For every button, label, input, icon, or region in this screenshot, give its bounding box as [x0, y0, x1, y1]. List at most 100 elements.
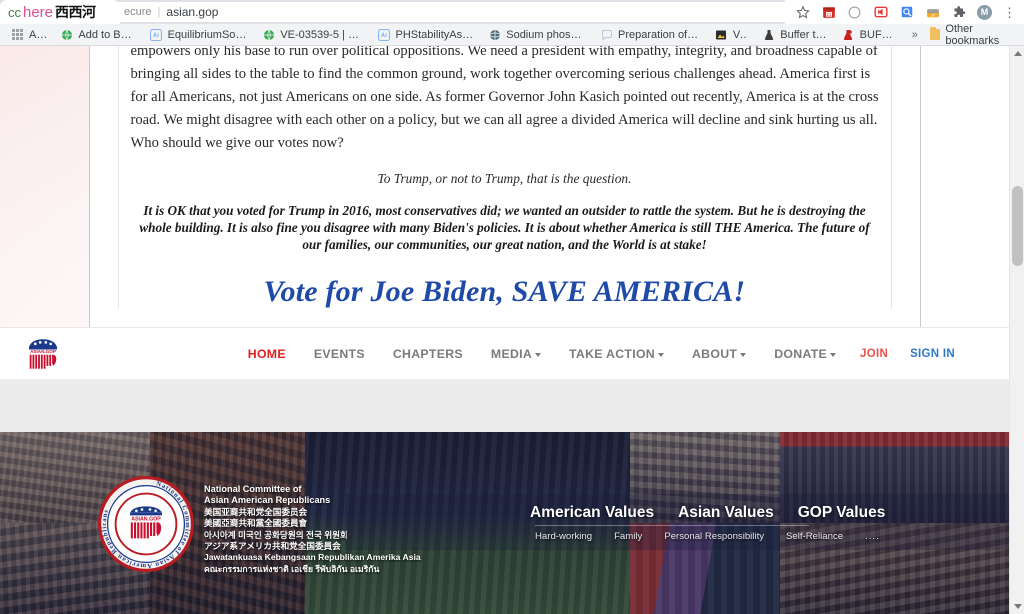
blue-square-icon: [377, 28, 390, 41]
bookmark-preparation-of-ph-buffers[interactable]: Preparation of pH b...: [593, 26, 708, 43]
nav-item-events[interactable]: EVENTS: [300, 347, 379, 361]
nav-item-media[interactable]: MEDIA: [477, 347, 555, 361]
bookmark-apps[interactable]: Apps: [4, 26, 53, 43]
hero-collage: National Committee of Asian American Rep…: [0, 432, 1009, 614]
browser-window: cc here 西西河 ecure | asian.gop 21 off M ⋮…: [0, 0, 1024, 614]
tab-title-cn: 西西河: [55, 4, 96, 20]
omnibox-separator: |: [157, 6, 161, 18]
page-scrollbar[interactable]: [1009, 46, 1024, 614]
nav-item-chapters[interactable]: CHAPTERS: [379, 347, 477, 361]
page-viewport: empowers only his base to run over polit…: [0, 46, 1024, 614]
other-bookmarks-folder[interactable]: Other bookmarks: [924, 21, 1020, 49]
bookmark-label: Apps: [29, 28, 46, 41]
caption-line: คณะกรรมการแห่งชาติ เอเชีย รีพับลิกัน อเม…: [204, 563, 380, 574]
bookmark-ve-03539-5[interactable]: VE-03539-5 | Subst...: [255, 26, 370, 43]
value-sub-personal-responsibility: Personal Responsibility: [664, 531, 765, 542]
value-title-american: American Values: [530, 504, 655, 521]
value-sub-ellipsis: ....: [865, 531, 880, 542]
profile-avatar-icon[interactable]: M: [977, 4, 992, 20]
value-title-gop: GOP Values: [797, 504, 886, 521]
tab-title: cc here 西西河: [8, 2, 96, 22]
svg-text:ASIAN.GOP: ASIAN.GOP: [30, 349, 56, 354]
scrollbar-up-arrow[interactable]: [1010, 46, 1024, 61]
browser-tab[interactable]: cc here 西西河: [0, 0, 120, 24]
tab-title-cc: cc: [8, 4, 21, 20]
tab-strip: cc here 西西河 ecure | asian.gop 21 off M ⋮: [0, 0, 1024, 24]
chevron-down-icon: [740, 352, 747, 357]
not-secure-label: ecure: [124, 6, 152, 18]
bookmark-verp[interactable]: Verp: [708, 26, 755, 43]
black-box-icon: [715, 28, 728, 41]
bookmark-sodium-phosphate[interactable]: Sodium phosphate...: [481, 26, 593, 43]
article-box: empowers only his base to run over polit…: [88, 46, 921, 333]
value-sub-family: Family: [614, 531, 643, 542]
red-player-icon[interactable]: [873, 5, 888, 20]
bookmark-add-to-babylist[interactable]: Add to Babylist: [53, 26, 142, 43]
site-navigation-bar: ASIAN.GOP HOME EVENTS CHAPTERS MEDIA TAK…: [0, 327, 1009, 380]
article-bold-italic: It is OK that you voted for Trump in 201…: [139, 203, 870, 252]
bookmark-ph-stability-assay[interactable]: PHStabilityAssay -...: [370, 26, 481, 43]
bookmark-equilibrium-solubility[interactable]: EquilibriumSolubilit...: [143, 26, 256, 43]
bookmark-label: Sodium phosphate...: [506, 28, 586, 41]
nav-item-join[interactable]: JOIN: [850, 348, 898, 360]
extensions-puzzle-icon[interactable]: [951, 5, 966, 20]
bookmark-label: Preparation of pH b...: [618, 28, 701, 41]
bookmark-buffer-tables[interactable]: Buffer tables: [755, 26, 834, 43]
caption-line: Jawatankuasa Kebangsaan Republikan Ameri…: [204, 552, 421, 563]
chevron-down-icon: [830, 352, 837, 357]
blue-square-icon: [150, 28, 163, 41]
chevron-down-icon: [658, 352, 664, 357]
bookmarks-overflow-button[interactable]: »: [906, 29, 924, 41]
organization-seal: National Committee of Asian American Rep…: [98, 476, 194, 572]
nav-item-label: MEDIA: [490, 346, 533, 361]
nav-item-donate[interactable]: DONATE: [760, 347, 850, 361]
chevron-down-icon: [535, 352, 542, 357]
nav-item-sign-in[interactable]: SIGN IN: [898, 348, 963, 360]
nav-item-label: TAKE ACTION: [569, 346, 655, 361]
values-subtitles: Hard-working Family Personal Responsibil…: [345, 531, 1009, 542]
circle-icon[interactable]: [847, 5, 862, 20]
values-band: American Values Asian Values GOP Values …: [345, 494, 1009, 550]
svg-text:21: 21: [826, 12, 831, 17]
value-title-asian: Asian Values: [678, 504, 774, 521]
chrome-menu-icon[interactable]: ⋮: [1003, 6, 1016, 19]
article-headline: Vote for Joe Biden, SAVE AMERICA!: [263, 275, 746, 309]
bookmark-buffers[interactable]: BUFFERS: [835, 26, 906, 43]
globe-teal-icon: [488, 28, 501, 41]
nav-item-label: ABOUT: [692, 346, 738, 361]
blue-doc-icon[interactable]: [899, 5, 914, 20]
nav-item-about[interactable]: ABOUT: [678, 347, 760, 361]
nav-item-label: CHAPTERS: [392, 346, 463, 361]
values-divider: [535, 525, 809, 526]
tab-title-here: here: [23, 3, 54, 21]
bookmark-label: PHStabilityAssay -...: [395, 28, 475, 41]
omnibox-row: ecure | asian.gop 21 off M ⋮: [118, 0, 1024, 24]
nav-item-label: HOME: [247, 346, 286, 361]
scrollbar-thumb[interactable]: [1012, 186, 1023, 266]
folder-icon: [929, 27, 941, 40]
other-bookmarks-label: Other bookmarks: [945, 22, 1000, 47]
asian-gop-logo[interactable]: ASIAN.GOP: [22, 333, 64, 375]
value-sub-self-reliance: Self-Reliance: [786, 531, 844, 542]
address-bar[interactable]: ecure | asian.gop: [118, 2, 785, 22]
nav-item-take-action[interactable]: TAKE ACTION: [555, 347, 678, 361]
apps-grid-icon: [11, 28, 24, 41]
chat-bubble-icon: [600, 28, 613, 41]
article-region: empowers only his base to run over polit…: [0, 46, 1009, 333]
nav-item-label: EVENTS: [313, 346, 365, 361]
yellow-off-icon[interactable]: off: [925, 5, 940, 20]
bookmark-label: Add to Babylist: [78, 28, 135, 41]
article-lead-italic: To Trump, or not to Trump, that is the q…: [377, 171, 632, 186]
flask-icon: [762, 28, 775, 41]
bookmark-label: VE-03539-5 | Subst...: [280, 28, 363, 41]
nav-item-label: DONATE: [774, 346, 828, 361]
omnibox-url: asian.gop: [166, 5, 219, 19]
article-inner: empowers only his base to run over polit…: [117, 46, 892, 310]
nav-item-home[interactable]: HOME: [234, 347, 300, 361]
values-titles: American Values Asian Values GOP Values: [345, 504, 1009, 522]
bookmark-label: EquilibriumSolubilit...: [167, 28, 249, 41]
scrollbar-down-arrow[interactable]: [1010, 599, 1024, 614]
calendar-21-icon[interactable]: 21: [821, 5, 836, 20]
value-sub-hard-working: Hard-working: [535, 531, 593, 542]
bookmark-star-icon[interactable]: [795, 5, 810, 20]
